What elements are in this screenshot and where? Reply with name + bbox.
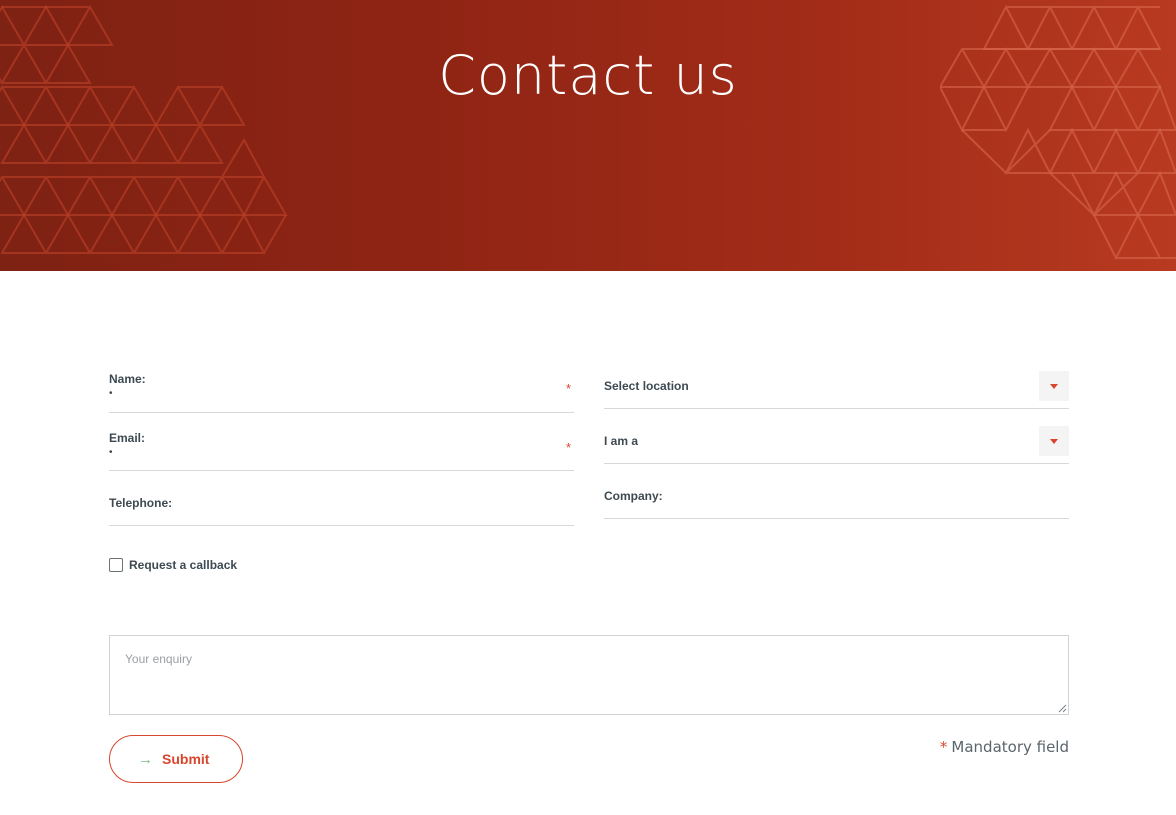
- location-select[interactable]: Select location: [604, 369, 1069, 409]
- callback-checkbox[interactable]: [109, 558, 123, 572]
- location-dropdown-button[interactable]: [1039, 371, 1069, 401]
- name-marker: •: [109, 388, 113, 399]
- email-marker: •: [109, 447, 113, 458]
- mandatory-star: *: [939, 738, 948, 756]
- arrow-right-icon: →: [138, 751, 153, 768]
- email-label: Email:: [109, 431, 146, 445]
- hero-banner: Contact us: [0, 0, 1176, 271]
- telephone-label: Telephone:: [109, 496, 173, 510]
- company-label: Company:: [604, 489, 663, 503]
- email-required-star: *: [566, 440, 572, 455]
- role-label: I am a: [604, 434, 639, 448]
- submit-label: Submit: [162, 751, 210, 767]
- name-label: Name:: [109, 372, 146, 386]
- mandatory-text: Mandatory field: [951, 738, 1069, 756]
- enquiry-placeholder: Your enquiry: [125, 652, 192, 666]
- company-field[interactable]: Company:: [604, 479, 1069, 519]
- caret-down-icon: [1050, 438, 1058, 444]
- name-field[interactable]: Name: • *: [109, 365, 574, 413]
- caret-down-icon: [1050, 383, 1058, 389]
- enquiry-textarea[interactable]: Your enquiry: [109, 635, 1069, 715]
- telephone-field[interactable]: Telephone:: [109, 480, 574, 526]
- location-label: Select location: [604, 379, 689, 393]
- email-field[interactable]: Email: • *: [109, 424, 574, 471]
- callback-label[interactable]: Request a callback: [129, 558, 237, 572]
- role-select[interactable]: I am a: [604, 424, 1069, 464]
- hex-pattern-right: [940, 4, 1176, 261]
- resize-handle-icon[interactable]: [1058, 704, 1067, 713]
- hex-pattern-left: [0, 5, 288, 256]
- page-title: Contact us: [438, 44, 738, 107]
- role-dropdown-button[interactable]: [1039, 426, 1069, 456]
- submit-button[interactable]: → Submit: [109, 735, 243, 783]
- mandatory-note: * Mandatory field: [940, 738, 1069, 756]
- name-required-star: *: [566, 381, 572, 396]
